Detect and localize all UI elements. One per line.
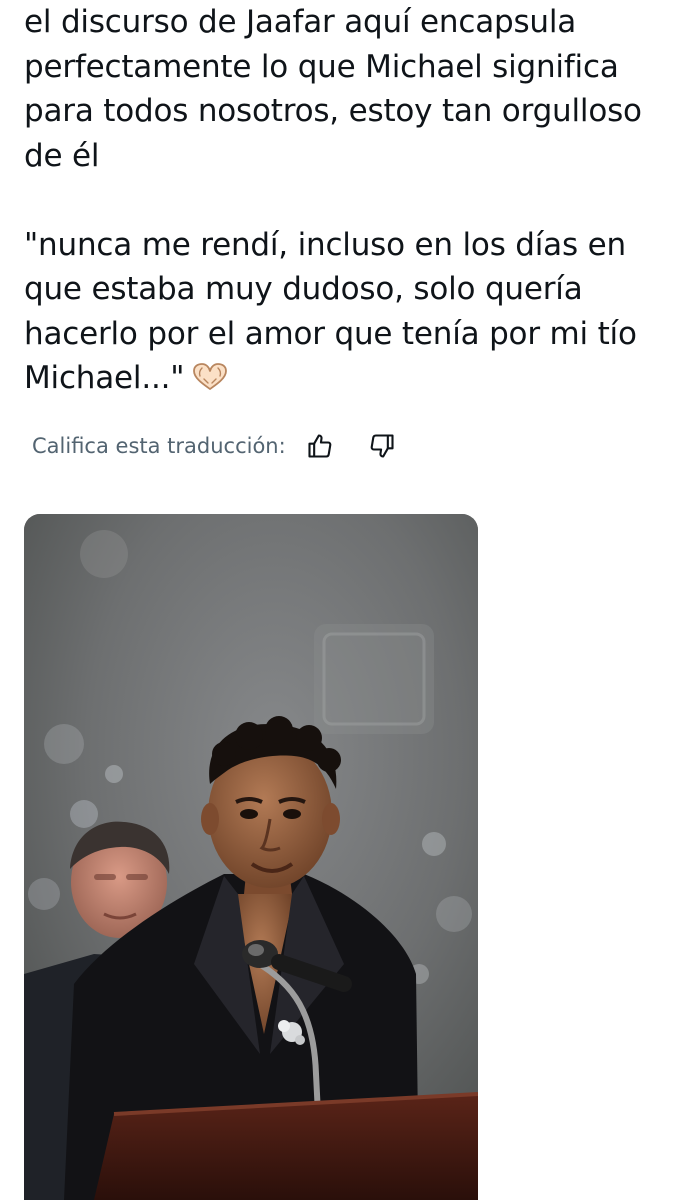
heart-hands-emoji-icon	[190, 360, 230, 405]
translation-rating-label: Califica esta traducción:	[32, 434, 286, 458]
translation-rating-row: Califica esta traducción:	[32, 428, 400, 464]
tweet-photo[interactable]	[24, 514, 478, 1200]
tweet-text: el discurso de Jaafar aquí encapsula per…	[24, 0, 684, 405]
thumbs-down-icon[interactable]	[364, 428, 400, 464]
tweet-quote-text: "nunca me rendí, incluso en los días en …	[24, 226, 637, 397]
thumbs-up-icon[interactable]	[302, 428, 338, 464]
tweet-paragraph-1: el discurso de Jaafar aquí encapsula per…	[24, 4, 642, 174]
tweet-paragraph-2: "nunca me rendí, incluso en los días en …	[24, 223, 684, 405]
